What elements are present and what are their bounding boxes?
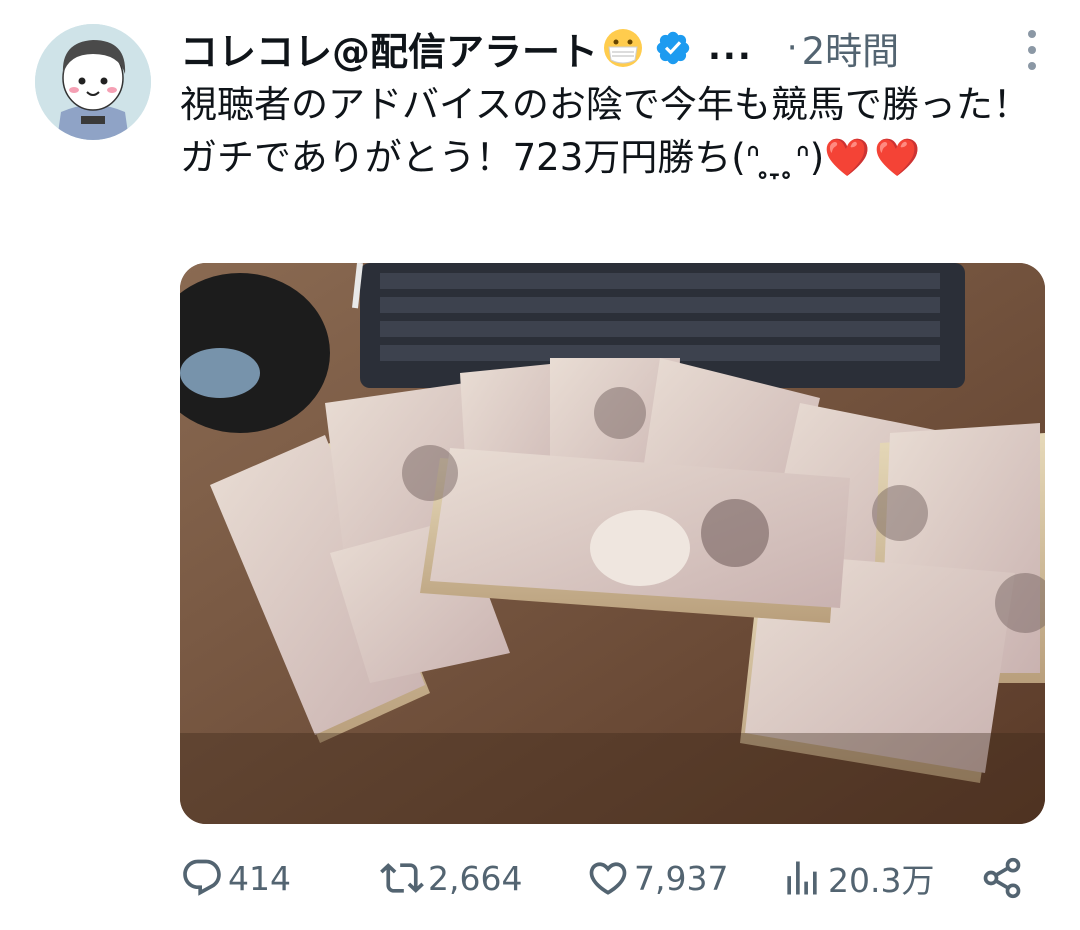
retweet-button[interactable]: 2,664 (380, 850, 522, 906)
avatar[interactable] (35, 24, 151, 140)
action-bar: 414 2,664 7,937 20.3万 (180, 850, 1050, 906)
heart-icon (589, 862, 627, 895)
reply-button[interactable]: 414 (180, 850, 291, 906)
like-count: 7,937 (634, 858, 729, 898)
like-button[interactable]: 7,937 (586, 850, 728, 906)
photo-of-yen-bills (180, 263, 1045, 824)
views-button[interactable]: 20.3万 (780, 850, 934, 906)
retweet-count: 2,664 (428, 858, 523, 898)
view-count: 20.3万 (828, 861, 935, 900)
heart-emojis: ❤️❤️ (824, 136, 925, 179)
verified-badge-icon[interactable] (654, 29, 692, 67)
name-truncation: ... (708, 28, 753, 68)
views-chart-icon (787, 861, 817, 895)
more-options-icon[interactable] (1024, 30, 1040, 70)
timestamp[interactable]: 2時間 (802, 21, 900, 75)
share-button[interactable] (980, 850, 1024, 906)
display-name[interactable]: コレコレ@配信アラート (180, 21, 598, 76)
tweet-photo[interactable] (180, 263, 1045, 824)
tweet-text-container: 視聴者のアドバイスのお陰で今年も競馬で勝った！ガチでありがとう！723万円勝ち(… (180, 78, 1050, 184)
retweet-icon (380, 863, 424, 893)
mask-face-emoji-icon (602, 27, 644, 69)
avatar-illustration (35, 24, 151, 140)
reply-icon (183, 859, 221, 896)
header-separator: · (786, 28, 798, 68)
reply-count: 414 (228, 858, 291, 898)
tweet-header: コレコレ@配信アラート ... · 2時間 (180, 20, 1050, 76)
tweet[interactable]: コレコレ@配信アラート ... · 2時間 視聴者のアドバイスのお陰で今年も競馬… (0, 0, 1080, 930)
share-icon (983, 857, 1021, 899)
